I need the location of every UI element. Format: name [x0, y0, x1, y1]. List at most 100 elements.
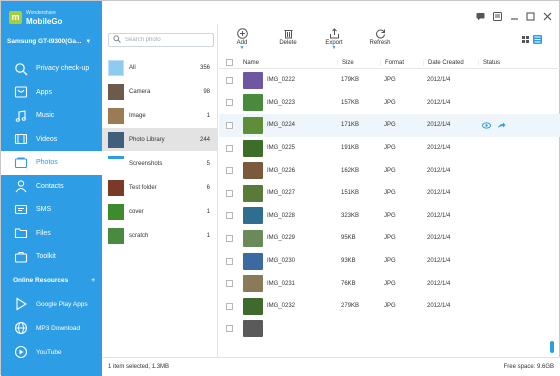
- row-checkbox[interactable]: [225, 76, 233, 84]
- photo-name: IMG_0232: [267, 303, 296, 310]
- album-scratch[interactable]: scratch 1: [102, 224, 218, 247]
- globe-icon: [13, 320, 29, 336]
- brand: m Wondershare MobileGo: [9, 7, 62, 27]
- device-name: Samsung GT-I9300(Ga...: [7, 38, 82, 45]
- photo-date: 2012/1/4: [427, 167, 451, 174]
- eye-icon[interactable]: [482, 122, 491, 129]
- chevron-down-icon: ▼: [85, 38, 92, 45]
- row-checkbox[interactable]: [225, 99, 233, 107]
- photo-size: 191KB: [341, 145, 360, 152]
- album-test-folder[interactable]: Test folder 6: [102, 176, 218, 199]
- photo-thumbnail: [243, 229, 263, 247]
- grid-view-icon[interactable]: [521, 35, 530, 44]
- table-row[interactable]: IMG_0222 179KB JPG 2012/1/4: [219, 69, 560, 92]
- list-view-icon[interactable]: [533, 35, 542, 44]
- table-row[interactable]: IMG_0232 279KB JPG 2012/1/4: [219, 295, 560, 318]
- photo-thumbnail: [243, 320, 263, 338]
- caret-down-icon: ▼: [331, 45, 337, 51]
- delete-button[interactable]: Delete: [268, 27, 308, 46]
- export-button[interactable]: Export ▼: [314, 27, 354, 51]
- row-checkbox[interactable]: [225, 189, 233, 197]
- table-header: Name Size Format Date Created Status: [219, 57, 560, 69]
- row-checkbox[interactable]: [225, 234, 233, 242]
- table-row[interactable]: IMG_0231 76KB JPG 2012/1/4: [219, 272, 560, 295]
- column-size[interactable]: Size: [337, 59, 380, 66]
- video-icon: [13, 131, 29, 147]
- sidebar-item-videos[interactable]: Videos: [1, 128, 102, 152]
- add-resource-button[interactable]: +: [91, 277, 95, 284]
- table-row[interactable]: IMG_0228 323KB JPG 2012/1/4: [219, 205, 560, 228]
- album-screenshots-thumbnail: [108, 155, 124, 172]
- album-all[interactable]: All 356: [102, 56, 218, 79]
- table-row[interactable]: [219, 318, 560, 341]
- column-name[interactable]: Name: [239, 60, 337, 66]
- free-space: Free space: 9.6GB: [503, 363, 554, 370]
- row-checkbox[interactable]: [225, 325, 233, 333]
- table-row[interactable]: IMG_0227 151KB JPG 2012/1/4: [219, 182, 560, 205]
- photo-size: 162KB: [341, 167, 360, 174]
- table-row[interactable]: IMG_0224 171KB JPG 2012/1/4: [219, 114, 560, 137]
- photo-format: JPG: [384, 122, 396, 129]
- menu-icon[interactable]: [492, 11, 503, 21]
- photo-name: IMG_0227: [267, 190, 296, 197]
- photo-thumbnail: [243, 184, 263, 202]
- maximize-icon[interactable]: [526, 11, 536, 21]
- scrollbar-thumb[interactable]: [550, 341, 554, 353]
- sidebar-item-music[interactable]: Music: [1, 104, 102, 128]
- select-all-checkbox[interactable]: [225, 59, 233, 66]
- share-arrow-icon[interactable]: [497, 122, 506, 129]
- row-checkbox[interactable]: [225, 302, 233, 310]
- sidebar-item-photos[interactable]: Photos: [1, 151, 102, 175]
- row-checkbox[interactable]: [225, 257, 233, 265]
- photo-thumbnail: [243, 297, 263, 315]
- sidebar-item-toolkit[interactable]: Toolkit: [1, 245, 102, 269]
- toolkit-icon: [13, 249, 29, 265]
- status-bar: 1 item selected, 1.3MB Free space: 9.6GB: [102, 357, 560, 375]
- row-checkbox[interactable]: [225, 121, 233, 129]
- table-row[interactable]: IMG_0225 191KB JPG 2012/1/4: [219, 137, 560, 160]
- album-photo-library[interactable]: Photo Library 244: [102, 128, 218, 151]
- row-checkbox[interactable]: [225, 280, 233, 288]
- row-checkbox[interactable]: [225, 144, 233, 152]
- sidebar-item-apps[interactable]: Apps: [1, 81, 102, 105]
- photo-thumbnail: [243, 275, 263, 293]
- photo-format: JPG: [384, 235, 396, 242]
- close-icon[interactable]: [542, 11, 552, 21]
- table-row[interactable]: IMG_0229 95KB JPG 2012/1/4: [219, 227, 560, 250]
- sidebar-item-privacy[interactable]: Privacy check-up: [1, 57, 102, 81]
- device-selector[interactable]: Samsung GT-I9300(Ga... ▼: [7, 38, 99, 45]
- column-date-created[interactable]: Date Created: [423, 59, 478, 66]
- play-store-icon: [13, 296, 29, 312]
- photo-name: IMG_0228: [267, 212, 296, 219]
- add-button[interactable]: Add ▼: [222, 27, 262, 51]
- search-box[interactable]: [108, 33, 214, 47]
- column-format[interactable]: Format: [380, 59, 423, 66]
- chat-icon[interactable]: [476, 11, 486, 21]
- sidebar-item-files[interactable]: Files: [1, 222, 102, 246]
- search-input[interactable]: [125, 37, 211, 43]
- minimize-icon[interactable]: [509, 11, 519, 21]
- table-row[interactable]: IMG_0226 162KB JPG 2012/1/4: [219, 159, 560, 182]
- resource-youtube[interactable]: YouTube: [1, 340, 102, 364]
- photo-date: 2012/1/4: [427, 280, 451, 287]
- resource-mp3-download[interactable]: MP3 Download: [1, 316, 102, 340]
- export-icon: [314, 27, 354, 39]
- sidebar-item-sms[interactable]: SMS: [1, 198, 102, 222]
- album-camera[interactable]: Camera 98: [102, 80, 218, 103]
- album-image[interactable]: Image 1: [102, 104, 218, 127]
- table-row[interactable]: IMG_0230 93KB JPG 2012/1/4: [219, 250, 560, 273]
- album-screenshots[interactable]: Screenshots 5: [102, 152, 218, 175]
- table-row[interactable]: IMG_0223 157KB JPG 2012/1/4: [219, 92, 560, 115]
- column-status[interactable]: Status: [478, 59, 560, 66]
- album-all-thumbnail: [108, 59, 124, 76]
- online-resources-heading: Online Resources +: [13, 277, 95, 284]
- table-body: IMG_0222 179KB JPG 2012/1/4 IMG_0223 157KB JPG…: [219, 69, 560, 340]
- refresh-button[interactable]: Refresh: [360, 27, 400, 46]
- row-checkbox[interactable]: [225, 212, 233, 220]
- resource-google-play[interactable]: Google Play Apps: [1, 292, 102, 316]
- photo-date: 2012/1/4: [427, 99, 451, 106]
- row-checkbox[interactable]: [225, 167, 233, 175]
- album-cover[interactable]: cover 1: [102, 200, 218, 223]
- album-scratch-thumbnail: [108, 227, 124, 244]
- sidebar-item-contacts[interactable]: Contacts: [1, 175, 102, 199]
